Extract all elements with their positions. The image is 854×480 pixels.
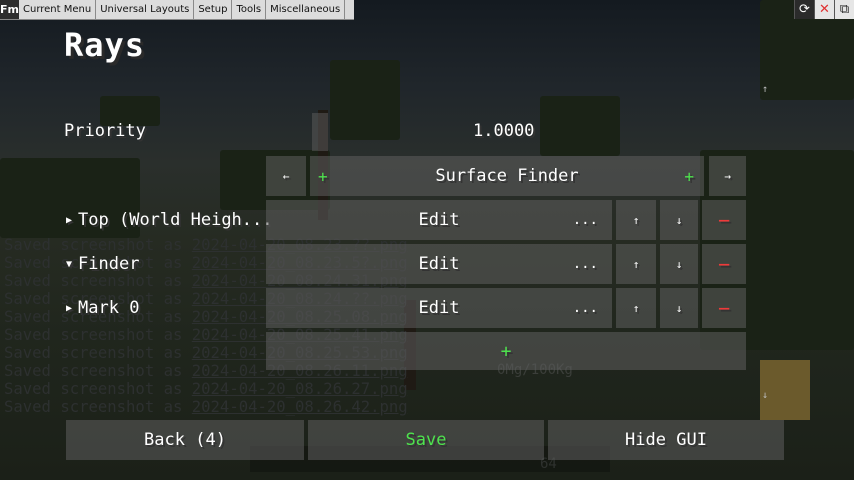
row-label-mark[interactable]: ▶ Mark 0 xyxy=(66,298,139,318)
scroll-up-icon[interactable]: ↑ xyxy=(762,84,768,95)
add-left-icon[interactable]: + xyxy=(318,167,328,186)
scroll-down-icon[interactable]: ↓ xyxy=(762,390,768,401)
menu-universal-layouts[interactable]: Universal Layouts xyxy=(96,0,195,19)
move-down-top-button[interactable]: ↓ xyxy=(660,200,698,240)
window-controls: ⟳ ✕ ⧉ xyxy=(794,0,854,19)
collapsed-triangle-icon: ▶ xyxy=(66,303,73,314)
finder-selector-button[interactable]: + Surface Finder + xyxy=(310,156,704,196)
expanded-triangle-icon: ▼ xyxy=(66,259,73,270)
move-up-finder-button[interactable]: ↑ xyxy=(616,244,656,284)
remove-mark-button[interactable]: − xyxy=(702,288,746,328)
move-up-mark-button[interactable]: ↑ xyxy=(616,288,656,328)
priority-label: Priority xyxy=(64,121,146,141)
hide-gui-button[interactable]: Hide GUI xyxy=(548,420,784,460)
more-mark-icon[interactable]: ... xyxy=(573,300,598,316)
menu-miscellaneous[interactable]: Miscellaneous xyxy=(266,0,346,19)
collapsed-triangle-icon: ▶ xyxy=(66,215,73,226)
row-label-finder[interactable]: ▼ Finder xyxy=(66,254,139,274)
screenshot-filename-link[interactable]: 2024-04-20_08.26.42.png xyxy=(192,398,408,416)
priority-value[interactable]: 1.0000 xyxy=(473,121,534,141)
move-down-mark-button[interactable]: ↓ xyxy=(660,288,698,328)
edit-finder-button[interactable]: Edit ... xyxy=(266,244,612,284)
row-label-top[interactable]: ▶ Top (World Heigh... xyxy=(66,210,273,230)
menu-tools[interactable]: Tools xyxy=(232,0,267,19)
edit-top-button[interactable]: Edit ... xyxy=(266,200,612,240)
prev-finder-button[interactable]: ← xyxy=(266,156,306,196)
page-title: Rays xyxy=(64,26,146,64)
top-menubar: Fm Current Menu Universal Layouts Setup … xyxy=(0,0,354,20)
menu-current-menu[interactable]: Current Menu xyxy=(19,0,97,19)
remove-finder-button[interactable]: − xyxy=(702,244,746,284)
more-finder-icon[interactable]: ... xyxy=(573,256,598,272)
next-finder-button[interactable]: → xyxy=(709,156,746,196)
back-button[interactable]: Back (4) xyxy=(66,420,304,460)
close-icon[interactable]: ✕ xyxy=(814,0,834,19)
edit-mark-button[interactable]: Edit ... xyxy=(266,288,612,328)
finder-selector-label: Surface Finder xyxy=(435,166,579,186)
app-logo: Fm xyxy=(0,0,19,19)
move-down-finder-button[interactable]: ↓ xyxy=(660,244,698,284)
chat-log-line: Saved screenshot as 2024-04-20_08.26.27.… xyxy=(4,380,408,398)
remove-top-button[interactable]: − xyxy=(702,200,746,240)
screenshot-filename-link[interactable]: 2024-04-20_08.26.27.png xyxy=(192,380,408,398)
restore-icon[interactable]: ⧉ xyxy=(834,0,854,19)
refresh-icon[interactable]: ⟳ xyxy=(794,0,814,19)
priority-slider[interactable] xyxy=(312,113,328,151)
more-top-icon[interactable]: ... xyxy=(573,212,598,228)
add-row-button[interactable]: + xyxy=(266,332,746,370)
save-button[interactable]: Save xyxy=(308,420,544,460)
add-right-icon[interactable]: + xyxy=(684,167,694,186)
chat-log-line: Saved screenshot as 2024-04-20_08.26.42.… xyxy=(4,398,408,416)
menu-setup[interactable]: Setup xyxy=(194,0,233,19)
move-up-top-button[interactable]: ↑ xyxy=(616,200,656,240)
